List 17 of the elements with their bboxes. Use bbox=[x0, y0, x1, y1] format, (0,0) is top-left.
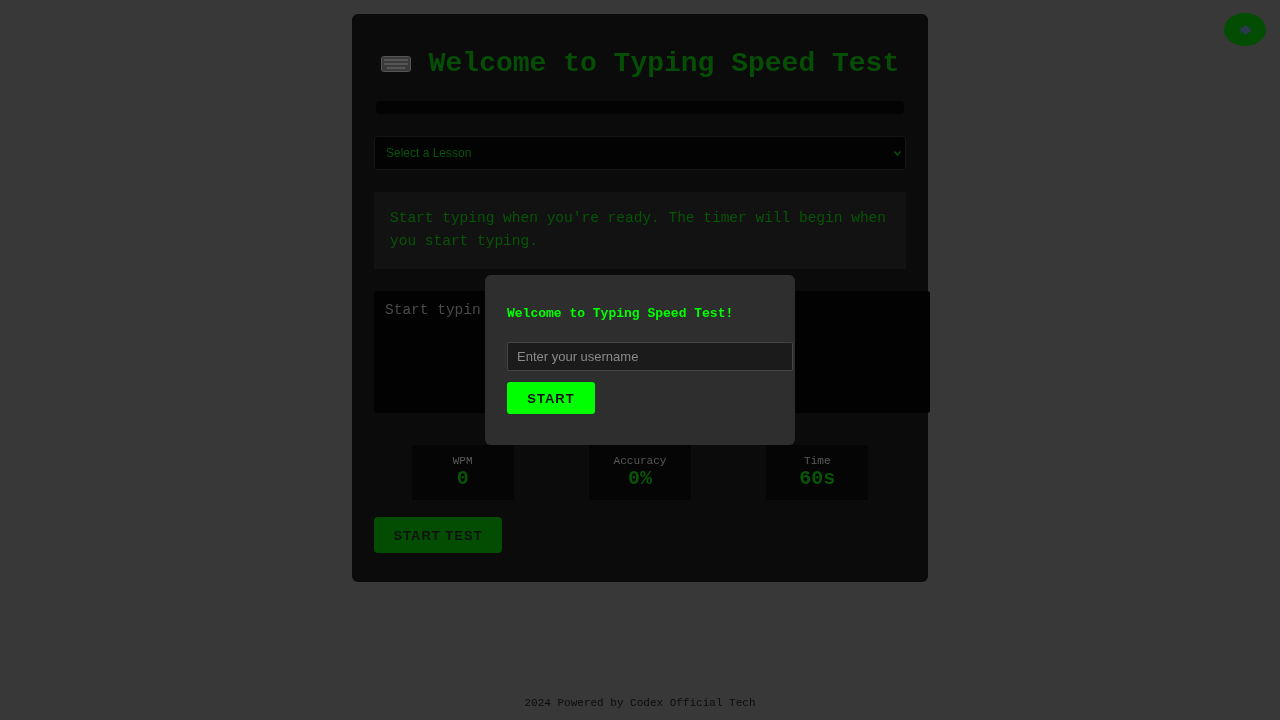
stat-value: 0 bbox=[456, 467, 469, 490]
keyboard-icon bbox=[380, 55, 411, 72]
stat-value: 0% bbox=[627, 467, 652, 490]
page-title: Welcome to Typing Speed Test bbox=[428, 48, 900, 79]
stat-value: 60s bbox=[799, 467, 836, 490]
stat-label: WPM bbox=[452, 455, 473, 467]
start-test-button[interactable]: START TEST bbox=[374, 517, 502, 553]
settings-button[interactable] bbox=[1224, 13, 1266, 46]
stat-label: Accuracy bbox=[613, 455, 667, 467]
start-button[interactable]: START bbox=[507, 382, 595, 414]
chevron-down-icon bbox=[894, 150, 901, 156]
prompt-text: Start typing when you're ready. The timer will begin when you start typing. bbox=[374, 192, 906, 269]
settings-icon bbox=[1238, 22, 1252, 37]
lesson-select[interactable]: Select a Lesson bbox=[374, 136, 906, 170]
username-field[interactable]: Enter your username bbox=[507, 342, 793, 372]
stat-label: Time bbox=[804, 455, 831, 467]
modal-title: Welcome to Typing Speed Test! bbox=[507, 306, 734, 321]
